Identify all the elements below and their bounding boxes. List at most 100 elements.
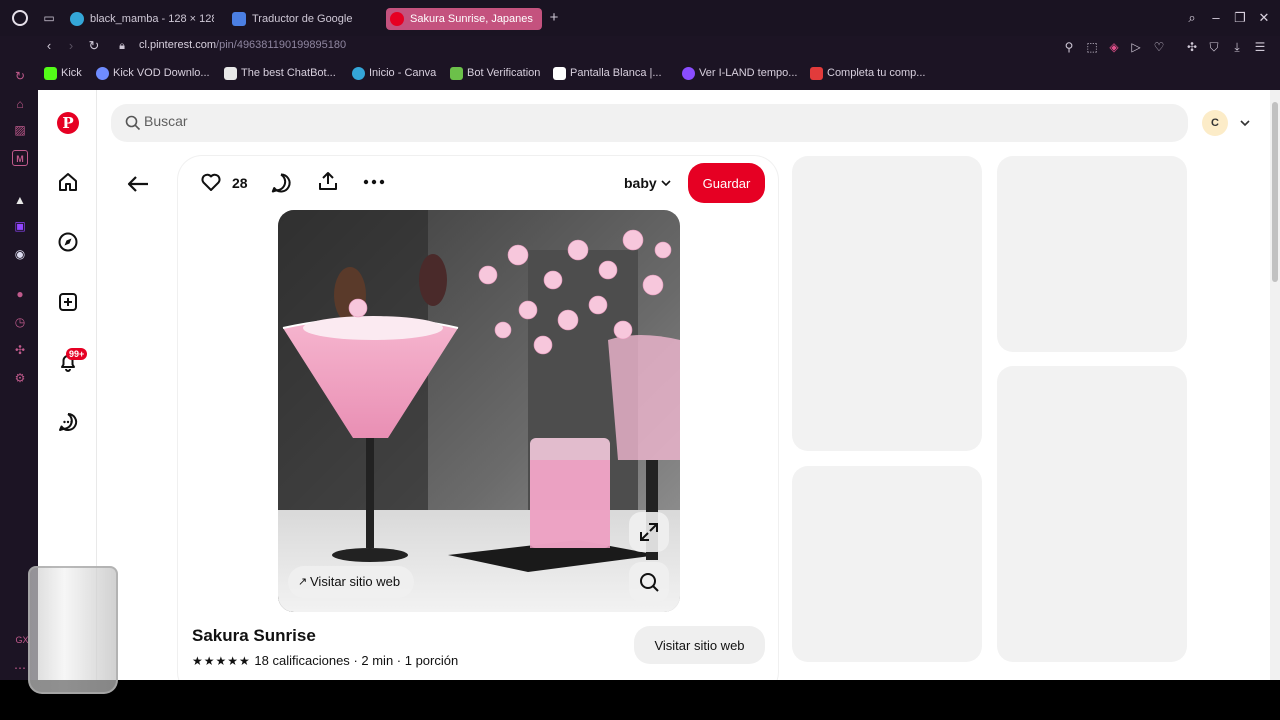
chatbot-icon	[224, 67, 237, 80]
page-icon	[553, 67, 566, 80]
menu-icon[interactable]: ☰	[1252, 39, 1268, 55]
snapshot-icon[interactable]: ⬚	[1084, 39, 1100, 55]
heart-icon[interactable]: ♡	[1151, 39, 1167, 55]
glass-overlay-image	[28, 566, 118, 694]
canva-favicon-icon	[70, 12, 84, 26]
board-selector[interactable]: baby	[624, 175, 657, 191]
pin-placeholder	[792, 466, 982, 662]
gx-corner-icon[interactable]: ▨	[12, 122, 28, 138]
bookmark-label: Bot Verification	[467, 67, 541, 79]
tab-black-mamba[interactable]: black_mamba - 128 × 128	[66, 8, 214, 30]
create-icon[interactable]	[57, 291, 79, 313]
bookmark-kick-vod[interactable]: Kick VOD Downlo...	[96, 67, 210, 80]
discord-icon[interactable]: ◉	[12, 246, 28, 262]
messages-icon[interactable]	[57, 411, 79, 433]
history-refresh-icon[interactable]: ↻	[12, 68, 28, 84]
back-icon[interactable]: ‹	[40, 37, 58, 55]
tab-translator[interactable]: Traductor de Google	[228, 8, 378, 30]
pin-icon[interactable]: ⚲	[1061, 39, 1077, 55]
explore-icon[interactable]	[57, 231, 79, 253]
save-button[interactable]: Guardar	[688, 163, 765, 203]
bookmark-chatbot[interactable]: The best ChatBot...	[224, 67, 336, 80]
url-host: cl.pinterest.com	[139, 39, 217, 51]
pinterest-favicon-icon	[390, 12, 404, 26]
close-icon[interactable]: ✕	[1256, 10, 1272, 26]
visit-site-overlay-button[interactable]: ↗ Visitar sitio web	[288, 566, 415, 598]
share-icon[interactable]	[317, 170, 339, 192]
pin-placeholder	[997, 366, 1187, 662]
bookmark-label: Kick	[61, 67, 82, 79]
portions: · 1 porción	[396, 653, 459, 668]
extensions-icon[interactable]: ✣	[1184, 39, 1200, 55]
gmail-icon[interactable]: M	[12, 150, 28, 166]
bookmarks-bar: Kick Kick VOD Downlo... The best ChatBot…	[0, 62, 1280, 86]
completa-icon	[810, 67, 823, 80]
external-link-icon: ↗	[298, 576, 308, 588]
visit-site-button[interactable]: Visitar sitio web	[634, 626, 765, 664]
app-a-icon[interactable]: ▲	[12, 192, 28, 208]
pin-image[interactable]: ↗ Visitar sitio web	[278, 210, 680, 612]
pin-placeholder	[997, 156, 1187, 352]
workspaces-icon[interactable]: ▭	[42, 11, 56, 25]
player-icon[interactable]: ▷	[1128, 39, 1144, 55]
pinterest-logo-icon[interactable]: P	[57, 112, 79, 134]
history-icon[interactable]: ◷	[12, 314, 28, 330]
canva-icon	[352, 67, 365, 80]
reload-icon[interactable]: ↻	[85, 37, 103, 55]
player-sidebar-icon[interactable]: ●	[12, 286, 28, 302]
twitch-icon[interactable]: ▣	[12, 218, 28, 234]
rating-row: ★★★★★ 18 calificaciones · 2 min · 1 porc…	[192, 653, 458, 668]
search-tabs-icon[interactable]: ⌕	[1184, 10, 1200, 26]
kick-vod-icon	[96, 67, 109, 80]
scrollbar-thumb[interactable]	[1272, 102, 1278, 282]
bookmark-label: The best ChatBot...	[241, 67, 336, 79]
wallet-icon[interactable]: ⛉	[1206, 39, 1222, 55]
extensions-sidebar-icon[interactable]: ✣	[12, 342, 28, 358]
bookmark-pantalla-blanca[interactable]: Pantalla Blanca |...	[553, 67, 662, 80]
comment-icon[interactable]	[270, 172, 292, 194]
taskbar-area	[0, 680, 1280, 720]
opera-logo-icon[interactable]	[12, 10, 28, 26]
downloads-icon[interactable]: ⤓	[1229, 39, 1245, 55]
bookmark-kick[interactable]: Kick	[44, 67, 82, 80]
home-icon[interactable]	[57, 171, 79, 193]
notification-badge: 99+	[66, 348, 88, 360]
chevron-down-icon[interactable]	[1238, 116, 1252, 130]
forward-icon[interactable]: ›	[62, 37, 80, 55]
more-sidebar-icon[interactable]: ⋯	[12, 660, 28, 676]
bookmark-bot-verification[interactable]: Bot Verification	[450, 67, 541, 80]
i-land-icon	[682, 67, 695, 80]
visual-search-button[interactable]	[629, 562, 669, 602]
maximize-icon[interactable]: ❐	[1232, 10, 1248, 26]
url-path: /pin/496381190199895180	[216, 39, 347, 51]
chevron-down-icon[interactable]	[660, 177, 672, 189]
url-field[interactable]: cl.pinterest.com/pin/496381190199895180	[139, 39, 346, 51]
aria-icon[interactable]: ⌂	[12, 96, 28, 112]
bookmark-label: Ver I-LAND tempo...	[699, 67, 798, 79]
back-arrow-icon[interactable]	[126, 174, 150, 194]
bookmark-i-land[interactable]: Ver I-LAND tempo...	[682, 67, 798, 80]
tab-label: black_mamba - 128 × 128	[90, 13, 214, 25]
lock-icon[interactable]: 🔒︎	[113, 37, 131, 55]
search-bar[interactable]	[111, 104, 1188, 142]
minimize-icon[interactable]: –	[1208, 10, 1224, 26]
new-tab-button[interactable]: +	[547, 10, 561, 25]
search-input[interactable]	[144, 113, 744, 129]
tab-sakura-sunrise[interactable]: Sakura Sunrise, Japanes	[386, 8, 542, 30]
lens-search-icon	[640, 573, 659, 592]
bookmark-completa[interactable]: Completa tu comp...	[810, 67, 925, 80]
bot-verification-icon	[450, 67, 463, 80]
cocktail-photo	[278, 210, 680, 612]
settings-icon[interactable]: ⚙	[12, 370, 28, 386]
more-options-icon[interactable]	[363, 177, 385, 187]
avatar[interactable]: C	[1202, 110, 1228, 136]
tab-label: Traductor de Google	[252, 13, 353, 25]
bookmark-canva[interactable]: Inicio - Canva	[352, 67, 436, 80]
pocket-icon[interactable]: ◈	[1106, 39, 1122, 55]
heart-icon[interactable]	[200, 171, 222, 193]
bookmark-label: Pantalla Blanca |...	[570, 67, 662, 79]
expand-button[interactable]	[629, 512, 669, 552]
ratings-count: 18 calificaciones	[254, 653, 350, 668]
address-bar: ‹ › ↻ 🔒︎ cl.pinterest.com/pin/4963811901…	[0, 36, 1280, 58]
scrollbar[interactable]	[1270, 90, 1280, 680]
